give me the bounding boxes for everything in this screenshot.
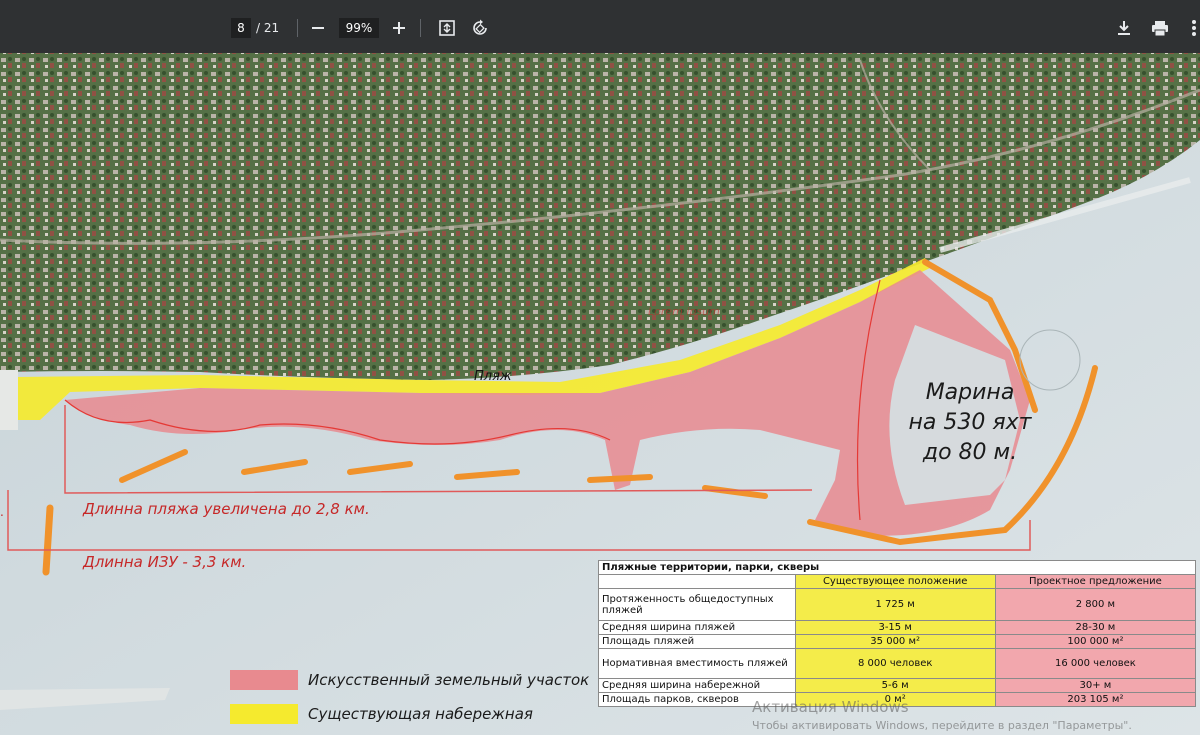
print-icon bbox=[1152, 21, 1168, 37]
edge-label: . bbox=[0, 505, 4, 519]
table-row: Протяженность общедоступных пляжей 1 725… bbox=[598, 588, 1197, 621]
table-cell-project: 30+ м bbox=[994, 678, 1197, 693]
zoom-in-button[interactable] bbox=[387, 16, 411, 40]
rotate-button[interactable] bbox=[468, 16, 492, 40]
beach-label: Пляж bbox=[474, 369, 512, 384]
zoom-out-button[interactable] bbox=[306, 16, 330, 40]
breakwater bbox=[42, 504, 54, 576]
download-icon bbox=[1118, 21, 1130, 35]
table-cell-label: Нормативная вместимость пляжей bbox=[598, 648, 796, 679]
page-total: / 21 bbox=[256, 21, 280, 35]
faint-label: Lorem ipsum bbox=[648, 305, 720, 318]
table-row: Нормативная вместимость пляжей 8 000 чел… bbox=[598, 648, 1197, 679]
table-header-empty bbox=[598, 574, 796, 589]
rotate-icon bbox=[473, 19, 487, 35]
table-cell-existing: 3-15 м bbox=[794, 620, 996, 635]
table-header-existing: Существующее положение bbox=[794, 574, 996, 589]
table-row: Площадь пляжей 35 000 м² 100 000 м² bbox=[598, 634, 1197, 649]
beach-territories-table: Пляжные территории, парки, скверы Сущест… bbox=[598, 560, 1197, 707]
table-title-row: Пляжные территории, парки, скверы bbox=[598, 560, 1196, 575]
table-row: Средняя ширина пляжей 3-15 м 28-30 м bbox=[598, 620, 1197, 635]
table-cell-project: 16 000 человек bbox=[994, 648, 1197, 679]
table-header-project: Проектное предложение bbox=[994, 574, 1197, 589]
page-number-input[interactable]: 8 bbox=[231, 18, 251, 38]
table-cell-project: 100 000 м² bbox=[994, 634, 1197, 649]
zoom-input[interactable]: 99% bbox=[339, 18, 379, 38]
windows-activation-watermark: Активация Windows bbox=[752, 698, 909, 716]
table-cell-project: 2 800 м bbox=[994, 588, 1197, 621]
legend-swatch bbox=[230, 704, 298, 724]
port-structure bbox=[0, 370, 18, 430]
more-vert-icon bbox=[1192, 20, 1196, 36]
marina-label-line: на 530 яхт bbox=[908, 410, 1032, 435]
marina-label: Марина на 530 яхт до 80 м. bbox=[895, 378, 1045, 468]
plus-icon bbox=[393, 22, 405, 34]
table-cell-existing: 5-6 м bbox=[794, 678, 996, 693]
beach-length-label: Длинна пляжа увеличена до 2,8 км. bbox=[83, 500, 370, 518]
table-cell-project: 203 105 м² bbox=[994, 692, 1197, 707]
document-page: Марина на 530 яхт до 80 м. Пляж Lorem ip… bbox=[0, 53, 1200, 735]
fit-page-button[interactable] bbox=[435, 16, 459, 40]
marina-label-line: до 80 м. bbox=[922, 440, 1018, 465]
print-button[interactable] bbox=[1148, 16, 1172, 40]
minus-icon bbox=[312, 27, 324, 29]
table-cell-existing: 35 000 м² bbox=[794, 634, 996, 649]
table-row: Средняя ширина набережной 5-6 м 30+ м bbox=[598, 678, 1197, 693]
toolbar-divider bbox=[297, 19, 298, 37]
pdf-toolbar: 8 / 21 99% bbox=[0, 0, 1200, 53]
table-cell-label: Протяженность общедоступных пляжей bbox=[598, 588, 796, 621]
table-title: Пляжные территории, парки, скверы bbox=[598, 560, 1196, 575]
legend-label: Искусственный земельный участок bbox=[308, 671, 590, 689]
table-cell-label: Средняя ширина набережной bbox=[598, 678, 796, 693]
fit-page-icon bbox=[439, 20, 455, 36]
windows-activation-hint: Чтобы активировать Windows, перейдите в … bbox=[752, 719, 1132, 732]
more-actions-button[interactable] bbox=[1182, 16, 1200, 40]
download-button[interactable] bbox=[1112, 16, 1136, 40]
table-cell-existing: 1 725 м bbox=[794, 588, 996, 621]
legend-swatch bbox=[230, 670, 298, 690]
table-cell-label: Площадь пляжей bbox=[598, 634, 796, 649]
table-cell-existing: 8 000 человек bbox=[794, 648, 996, 679]
marina-label-line: Марина bbox=[925, 380, 1015, 405]
izu-length-label: Длинна ИЗУ - 3,3 км. bbox=[83, 553, 247, 571]
legend-item-artificial-land: Искусственный земельный участок bbox=[230, 670, 589, 690]
table-header-row: Существующее положение Проектное предлож… bbox=[598, 574, 1197, 589]
legend-item-existing-embankment: Существующая набережная bbox=[230, 704, 533, 724]
toolbar-divider bbox=[420, 19, 421, 37]
table-cell-project: 28-30 м bbox=[994, 620, 1197, 635]
legend-label: Существующая набережная bbox=[308, 705, 533, 723]
table-cell-label: Средняя ширина пляжей bbox=[598, 620, 796, 635]
